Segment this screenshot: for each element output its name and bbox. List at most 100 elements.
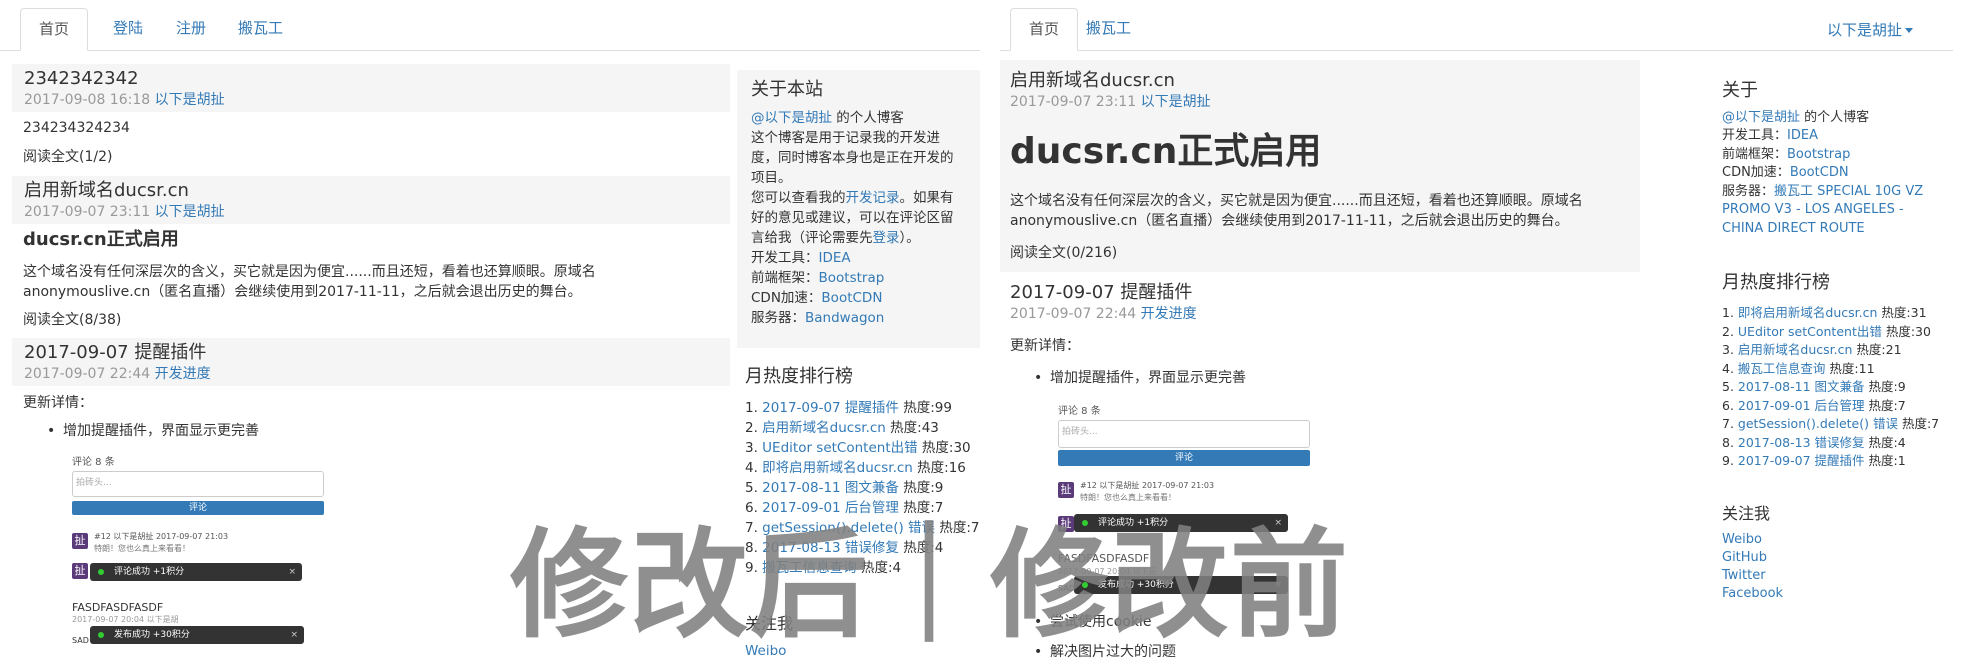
- post-title[interactable]: 2342342342: [24, 68, 718, 90]
- ranking-list: 1. 即将启用新域名ducsr.cn 热度:31 2. UEditor setC…: [1722, 304, 1962, 471]
- tool-link[interactable]: Bandwagon: [805, 310, 884, 326]
- ranking-link[interactable]: 2017-08-11 图文兼备: [1738, 379, 1865, 394]
- tab-login[interactable]: 登陆: [95, 8, 161, 48]
- server-row: 服务器：搬瓦工 SPECIAL 10G VZ: [1722, 183, 1962, 202]
- ranking-link[interactable]: getSession().delete() 错误: [1738, 416, 1898, 431]
- server-link[interactable]: 搬瓦工 SPECIAL 10G VZ: [1774, 184, 1923, 199]
- post-author-link[interactable]: 以下是胡扯: [155, 92, 225, 108]
- tool-link[interactable]: BootCDN: [1790, 165, 1849, 180]
- tool-link[interactable]: Bootstrap: [1787, 147, 1850, 162]
- ranking-link[interactable]: 2017-08-11 图文兼备: [762, 480, 899, 496]
- desc-text: 您可以查看我的: [751, 190, 846, 206]
- ranking-item: 9. 2017-09-07 提醒插件 热度:1: [1722, 453, 1906, 468]
- post-author-link[interactable]: 开发进度: [1141, 306, 1197, 322]
- post-date: 2017-09-07 22:44: [1010, 306, 1137, 322]
- comment-name: FASDFASDFASDF: [72, 601, 164, 614]
- post-header: 启用新域名ducsr.cn 2017-09-07 23:11 以下是胡扯: [1010, 70, 1211, 112]
- heat-value: 热度:30: [921, 440, 971, 456]
- server-label: 服务器：: [1722, 183, 1775, 199]
- ranking-link[interactable]: UEditor setContent出错: [762, 440, 917, 456]
- ranking-heading: 月热度排行榜: [1722, 272, 1830, 293]
- post-header: 2017-09-07 提醒插件 2017-09-07 22:44 开发进度: [1010, 282, 1197, 324]
- tab-bandwagon[interactable]: 搬瓦工: [1068, 8, 1149, 48]
- heat-value: 热度:4: [1868, 434, 1906, 450]
- post-meta: 2017-09-07 23:11 以下是胡扯: [1010, 92, 1211, 112]
- tab-register[interactable]: 注册: [158, 8, 224, 48]
- comment-input: 拍砖头...: [1058, 420, 1310, 448]
- ranking-link[interactable]: 2017-09-01 后台管理: [1738, 398, 1865, 413]
- post-title[interactable]: 2017-09-07 提醒插件: [24, 342, 718, 364]
- post-body-line: 这个域名没有任何深层次的含义，买它就是因为便宜......而且还短，看着也还算顺…: [1010, 193, 1583, 209]
- heat-value: 热度:1: [1868, 453, 1906, 468]
- heat-value: 热度:43: [890, 420, 939, 436]
- ranking-link[interactable]: 启用新域名ducsr.cn: [1738, 342, 1853, 357]
- tool-label: 开发工具：: [751, 250, 819, 266]
- follow-link-github[interactable]: GitHub: [1722, 550, 1767, 565]
- ranking-link[interactable]: UEditor setContent出错: [1738, 324, 1882, 339]
- ranking-link[interactable]: 搬瓦工信息查询: [1738, 361, 1826, 376]
- tab-home[interactable]: 首页: [20, 8, 89, 51]
- heat-value: 热度:7: [1901, 416, 1940, 431]
- tab-bandwagon[interactable]: 搬瓦工: [220, 8, 301, 48]
- tool-label: 前端框架：: [751, 270, 819, 286]
- tool-link[interactable]: IDEA: [1787, 128, 1818, 143]
- ranking-item: 5. 2017-08-11 图文兼备 热度:9: [1722, 379, 1906, 394]
- ranking-link[interactable]: 2017-08-13 错误修复: [1738, 435, 1865, 450]
- follow-link-weibo[interactable]: Weibo: [1722, 532, 1762, 547]
- follow-link-twitter[interactable]: Twitter: [1722, 568, 1766, 583]
- status-dot: [98, 632, 104, 638]
- about-owner: @以下是胡扯 的个人博客: [1722, 109, 1962, 128]
- toast-notification: 发布成功 +30积分 ×: [90, 626, 304, 644]
- ranking-link[interactable]: 启用新域名ducsr.cn: [762, 420, 886, 436]
- ranking-heading: 月热度排行榜: [745, 366, 853, 387]
- heat-value: 热度:99: [903, 400, 952, 416]
- tool-link[interactable]: Bootstrap: [819, 270, 885, 286]
- ranking-box: 月热度排行榜 1. 即将启用新域名ducsr.cn 热度:31 2. UEdit…: [1722, 268, 1962, 471]
- ranking-link[interactable]: 2017-09-07 提醒插件: [1738, 453, 1865, 468]
- tool-label: 前端框架：: [1722, 146, 1788, 162]
- comment-meta: #12 以下是胡扯 2017-09-07 21:03: [1080, 481, 1215, 490]
- heat-value: 热度:7: [1868, 397, 1906, 413]
- login-link[interactable]: 登录: [873, 230, 900, 246]
- post-author-link[interactable]: 以下是胡扯: [155, 204, 225, 220]
- ranking-link[interactable]: 即将启用新域名ducsr.cn: [1738, 305, 1878, 320]
- user-dropdown[interactable]: 以下是胡扯: [1827, 10, 1913, 50]
- toast-text: 发布成功 +30积分: [114, 630, 190, 640]
- owner-link[interactable]: @以下是胡扯: [751, 110, 832, 126]
- server-link-cont[interactable]: PROMO V3 - LOS ANGELES -: [1722, 201, 1962, 220]
- about-heading: 关于: [1722, 80, 1758, 101]
- tool-link[interactable]: IDEA: [819, 250, 851, 266]
- post-header: 启用新域名ducsr.cn 2017-09-07 23:11 以下是胡扯: [12, 176, 730, 224]
- ranking-item: 2. 启用新域名ducsr.cn 热度:43: [745, 420, 939, 436]
- owner-suffix: 的个人博客: [832, 110, 904, 126]
- tool-row: 前端框架：Bootstrap: [751, 268, 966, 288]
- close-icon: ×: [290, 630, 298, 640]
- read-more-link[interactable]: 阅读全文(8/38): [23, 310, 121, 330]
- post-author-link[interactable]: 以下是胡扯: [1141, 94, 1211, 110]
- post-date: 2017-09-07 23:11: [24, 204, 151, 220]
- post-title[interactable]: 2017-09-07 提醒插件: [1010, 282, 1197, 304]
- read-more-link[interactable]: 阅读全文(1/2): [23, 147, 112, 167]
- owner-link[interactable]: @以下是胡扯: [1722, 110, 1800, 125]
- tool-link[interactable]: BootCDN: [821, 290, 882, 306]
- ranking-link[interactable]: 即将启用新域名ducsr.cn: [762, 460, 913, 476]
- server-link-cont[interactable]: CHINA DIRECT ROUTE: [1722, 220, 1962, 239]
- read-more-link[interactable]: 阅读全文(0/216): [1010, 243, 1117, 263]
- post-meta: 2017-09-08 16:18 以下是胡扯: [24, 90, 718, 110]
- about-box: 关于 @以下是胡扯 的个人博客 开发工具：IDEA 前端框架：Bootstrap…: [1722, 80, 1962, 239]
- ranking-item: 1. 即将启用新域名ducsr.cn 热度:31: [1722, 305, 1927, 320]
- dev-log-link[interactable]: 开发记录: [846, 190, 900, 206]
- follow-link-facebook[interactable]: Facebook: [1722, 586, 1783, 601]
- bullet-item: 增加提醒插件，界面显示更完善: [47, 421, 259, 441]
- heat-value: 热度:16: [917, 460, 966, 476]
- comment-text: 特朗！您也么真上来看看！: [94, 544, 190, 553]
- post-title[interactable]: 启用新域名ducsr.cn: [1010, 70, 1211, 92]
- avatar: 扯: [72, 563, 88, 579]
- post-date: 2017-09-07 22:44: [24, 366, 151, 382]
- post-title[interactable]: 启用新域名ducsr.cn: [24, 180, 718, 202]
- post-body-line: anonymouslive.cn（匿名直播）会继续使用到2017-11-11，之…: [1010, 213, 1569, 229]
- about-desc: 度，同时博客本身也是正在开发的: [751, 150, 954, 166]
- post-author-link[interactable]: 开发进度: [155, 366, 211, 382]
- ranking-link[interactable]: 2017-09-07 提醒插件: [762, 400, 899, 416]
- post-body-line: anonymouslive.cn（匿名直播）会继续使用到2017-11-11，之…: [23, 284, 582, 300]
